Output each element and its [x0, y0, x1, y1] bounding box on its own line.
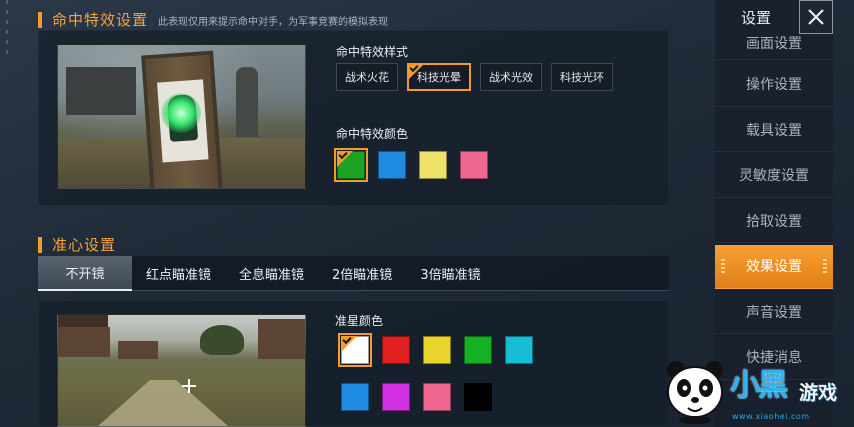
sidebar-item[interactable]: 拾取设置: [715, 199, 833, 243]
crosshair-color-swatch[interactable]: [423, 336, 451, 364]
scope-tab[interactable]: 3倍瞄准镜: [406, 256, 494, 291]
close-button[interactable]: [799, 0, 833, 34]
scope-tab[interactable]: 不开镜: [38, 255, 132, 291]
selected-check-icon: [408, 64, 424, 80]
watermark-logo-text-2: 游戏: [799, 382, 838, 404]
hit-effect-style-button[interactable]: 战术火花: [336, 63, 398, 91]
sidebar-item[interactable]: 载具设置: [715, 108, 833, 152]
style-button-label: 战术光效: [489, 71, 533, 84]
sidebar-item[interactable]: 灵敏度设置: [715, 154, 833, 198]
scope-tab[interactable]: 红点瞄准镜: [132, 256, 225, 291]
sidebar-item[interactable]: 操作设置: [715, 63, 833, 107]
crosshair-color-options: [338, 333, 533, 411]
crosshair-color-swatch[interactable]: [505, 336, 533, 364]
hit-effect-color-label: 命中特效颜色: [336, 127, 409, 141]
hit-effect-section-title: 命中特效设置: [52, 11, 149, 29]
crosshair-color-swatch[interactable]: [464, 383, 492, 411]
decorative-ticks: [6, 0, 8, 60]
hit-effect-style-options: 战术火花 科技光晕 战术光效 科技光环: [336, 63, 613, 91]
hit-color-swatch[interactable]: [419, 151, 447, 179]
crosshair-section-title: 准心设置: [52, 236, 117, 254]
crosshair-color-swatch[interactable]: [464, 336, 492, 364]
hit-effect-style-button[interactable]: 科技光环: [551, 63, 613, 91]
hit-effect-color-options: [334, 148, 488, 182]
selected-check-icon: [341, 336, 357, 352]
scope-tab[interactable]: 2倍瞄准镜: [318, 256, 406, 291]
selected-check-icon: [337, 151, 353, 167]
section-accent-bar: [38, 11, 42, 28]
style-button-label: 科技光环: [560, 71, 604, 84]
watermark-logo-text: 小黑: [730, 368, 788, 403]
hit-color-swatch[interactable]: [334, 148, 368, 182]
crosshair-icon: [182, 379, 196, 393]
watermark-url: www.xiaohei.com: [732, 412, 810, 421]
scope-tab[interactable]: 全息瞄准镜: [225, 256, 318, 291]
hit-effect-preview-image: [57, 44, 306, 189]
sidebar-item[interactable]: 声音设置: [715, 290, 833, 334]
hit-effect-style-label: 命中特效样式: [336, 45, 409, 59]
hit-color-swatch[interactable]: [378, 151, 406, 179]
section-accent-bar: [38, 236, 42, 253]
crosshair-color-swatch[interactable]: [338, 333, 372, 367]
crosshair-color-swatch[interactable]: [382, 383, 410, 411]
crosshair-color-label: 准星颜色: [335, 314, 384, 328]
hit-color-swatch[interactable]: [460, 151, 488, 179]
crosshair-section-header: 准心设置: [38, 234, 116, 255]
watermark-logo: 小黑 游戏 www.xiaohei.com: [664, 356, 854, 427]
crosshair-color-swatch[interactable]: [341, 383, 369, 411]
crosshair-color-swatch[interactable]: [382, 336, 410, 364]
scope-tabs: 不开镜 红点瞄准镜 全息瞄准镜 2倍瞄准镜 3倍瞄准镜: [38, 255, 669, 291]
hit-effect-section-note: 此表现仅用来提示命中对手，为军事竞赛的模拟表现: [158, 17, 389, 28]
hit-effect-style-button[interactable]: 战术光效: [480, 63, 542, 91]
panda-mascot-icon: [667, 361, 723, 424]
close-icon: [808, 9, 824, 25]
style-button-label: 战术火花: [345, 71, 389, 84]
crosshair-preview-image: [57, 314, 306, 427]
crosshair-color-swatch[interactable]: [423, 383, 451, 411]
sidebar-item[interactable]: 效果设置: [715, 244, 833, 289]
hit-effect-style-button[interactable]: 科技光晕: [407, 63, 471, 91]
hit-effect-section-header: 命中特效设置 此表现仅用来提示命中对手，为军事竞赛的模拟表现: [38, 9, 388, 30]
